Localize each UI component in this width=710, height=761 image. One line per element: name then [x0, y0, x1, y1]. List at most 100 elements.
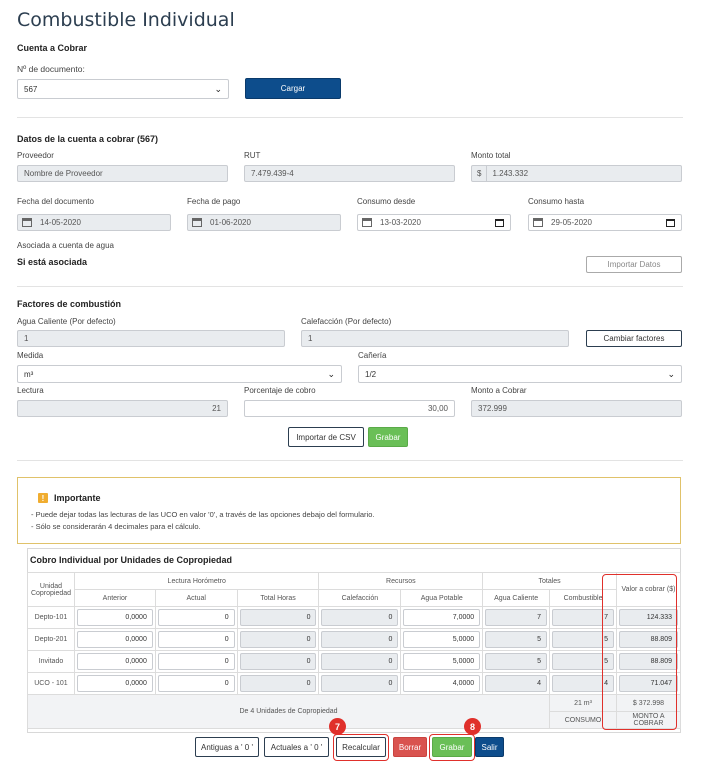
consumo-hasta-value: 29-05-2020	[551, 218, 592, 227]
rut-label: RUT	[244, 151, 261, 160]
grabar-factores-button[interactable]: Grabar	[368, 427, 408, 447]
monto-total-value: 1.243.332	[492, 169, 529, 178]
col-unidad: Unidad Copropiedad	[27, 572, 75, 607]
rut-field: 7.479.439-4	[244, 165, 455, 182]
col-actual: Actual	[154, 589, 238, 607]
divider	[17, 286, 683, 287]
agua-potable-input[interactable]: 7,0000	[403, 609, 481, 626]
borrar-button[interactable]: Borrar	[393, 737, 427, 757]
importante-alert: ! Importante - Puede dejar todas las lec…	[17, 477, 681, 544]
cargar-button[interactable]: Cargar	[245, 78, 341, 99]
asociada-value: Si está asociada	[17, 257, 88, 267]
total-horas-cell: 0	[239, 609, 317, 626]
actual-input[interactable]: 0	[157, 675, 235, 692]
total-horas-cell: 0	[239, 631, 317, 648]
agua-potable-input[interactable]: 5,0000	[403, 653, 481, 670]
consumo-hasta-label: Consumo hasta	[528, 197, 585, 206]
actual-input[interactable]: 0	[157, 631, 235, 648]
chevron-down-icon: ⌄	[327, 368, 335, 379]
table-row: Invitado 0,0000 0 0 0 5,0000 5 5 88.809	[27, 650, 681, 673]
consumo-desde-value: 13-03-2020	[380, 218, 421, 227]
porcentaje-input[interactable]: 30,00	[244, 400, 455, 417]
agua-caliente-cell: 7	[485, 609, 548, 626]
grabar-highlight	[429, 734, 475, 761]
anterior-input[interactable]: 0,0000	[76, 653, 153, 670]
doc-number-select[interactable]: 567 ⌄	[17, 79, 229, 99]
currency-symbol: $	[472, 166, 488, 181]
group-recursos: Recursos	[318, 572, 484, 590]
actuales-cero-button[interactable]: Actuales a ' 0 '	[264, 737, 329, 757]
agua-potable-input[interactable]: 4,0000	[403, 675, 481, 692]
anterior-input[interactable]: 0,0000	[76, 675, 153, 692]
group-totales: Totales	[482, 572, 617, 590]
actual-input[interactable]: 0	[157, 653, 235, 670]
col-agua-caliente: Agua Caliente	[482, 589, 551, 607]
medida-value: m³	[24, 369, 34, 379]
alert-line-2: - Sólo se considerarán 4 decimales para …	[31, 522, 201, 531]
col-anterior: Anterior	[73, 589, 156, 607]
calendar-icon	[192, 218, 202, 227]
anterior-input[interactable]: 0,0000	[76, 631, 153, 648]
proveedor-field: Nombre de Proveedor	[17, 165, 228, 182]
caneria-label: Cañería	[358, 351, 387, 360]
cuenta-section-title: Cuenta a Cobrar	[17, 43, 88, 53]
asociada-label: Asociada a cuenta de agua	[17, 241, 114, 250]
medida-select[interactable]: m³ ⌄	[17, 365, 342, 383]
monto-cobrar-label: Monto a Cobrar	[471, 386, 527, 395]
agua-caliente-cell: 5	[485, 631, 548, 648]
table-row: Depto-201 0,0000 0 0 0 5,0000 5 5 88.809	[27, 628, 681, 651]
calendar-icon	[22, 218, 32, 227]
importar-csv-button[interactable]: Importar de CSV	[288, 427, 364, 447]
agua-caliente-cell: 4	[485, 675, 548, 692]
consumo-desde-field[interactable]: 13-03-2020	[357, 214, 511, 231]
cobro-table: Unidad Copropiedad Lectura Horómetro Rec…	[26, 572, 681, 729]
unidad-cell: Depto-201	[27, 628, 75, 651]
anterior-input[interactable]: 0,0000	[76, 609, 153, 626]
col-calefaccion: Calefacción	[318, 589, 402, 607]
divider	[17, 117, 683, 118]
total-horas-cell: 0	[239, 675, 317, 692]
col-total-horas: Total Horas	[236, 589, 320, 607]
page-title: Combustible Individual	[17, 9, 235, 31]
calendar-icon	[533, 218, 543, 227]
alert-title: Importante	[54, 493, 101, 503]
fecha-pago-label: Fecha de pago	[187, 197, 241, 206]
actual-input[interactable]: 0	[157, 609, 235, 626]
caneria-value: 1/2	[365, 369, 377, 379]
calefaccion-cell: 0	[321, 675, 399, 692]
table-row: UCO - 101 0,0000 0 0 0 4,0000 4 4 71.047	[27, 672, 681, 695]
cambiar-factores-button[interactable]: Cambiar factores	[586, 330, 682, 347]
unidad-cell: UCO - 101	[27, 672, 75, 695]
group-lectura: Lectura Horómetro	[73, 572, 320, 590]
alert-line-1: - Puede dejar todas las lecturas de las …	[31, 510, 375, 519]
fecha-documento-label: Fecha del documento	[17, 197, 94, 206]
caneria-select[interactable]: 1/2 ⌄	[358, 365, 682, 383]
agua-caliente-field: 1	[17, 330, 285, 347]
col-agua-potable: Agua Potable	[400, 589, 484, 607]
factores-section-title: Factores de combustión	[17, 299, 122, 309]
date-picker-icon[interactable]	[495, 218, 504, 227]
agua-caliente-cell: 5	[485, 653, 548, 670]
unidad-cell: Invitado	[27, 650, 75, 673]
lectura-field: 21	[17, 400, 228, 417]
porcentaje-label: Porcentaje de cobro	[244, 386, 316, 395]
medida-label: Medida	[17, 351, 44, 360]
agua-potable-input[interactable]: 5,0000	[403, 631, 481, 648]
consumo-hasta-field[interactable]: 29-05-2020	[528, 214, 682, 231]
salir-button[interactable]: Salir	[475, 737, 504, 757]
consumo-desde-label: Consumo desde	[357, 197, 416, 206]
calefaccion-label: Calefacción (Por defecto)	[301, 317, 392, 326]
date-picker-icon[interactable]	[666, 218, 675, 227]
importar-datos-button[interactable]: Importar Datos	[586, 256, 682, 273]
valor-column-highlight	[602, 574, 677, 730]
unidad-cell: Depto-101	[27, 606, 75, 629]
warning-icon: !	[38, 493, 48, 503]
divider	[17, 460, 683, 461]
lectura-label: Lectura	[17, 386, 44, 395]
recalcular-highlight	[333, 734, 389, 761]
antiguas-cero-button[interactable]: Antiguas a ' 0 '	[195, 737, 259, 757]
chevron-down-icon: ⌄	[667, 368, 675, 379]
fecha-pago-value: 01-06-2020	[210, 218, 251, 227]
chevron-down-icon: ⌄	[214, 83, 222, 94]
fecha-documento-value: 14-05-2020	[40, 218, 81, 227]
